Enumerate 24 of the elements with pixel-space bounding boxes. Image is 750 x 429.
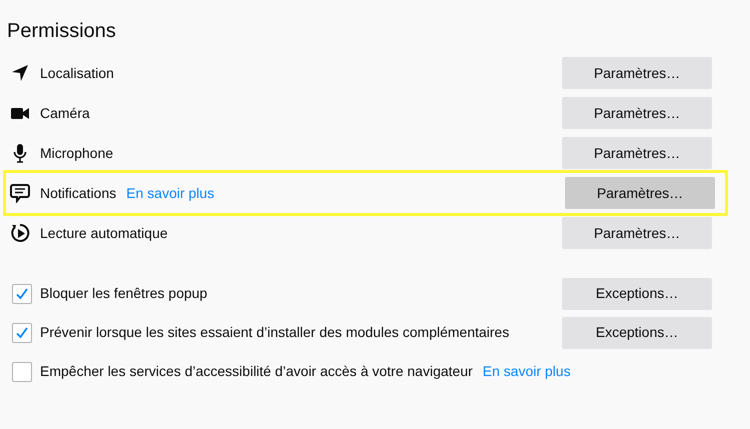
- settings-button[interactable]: Paramètres…: [562, 217, 712, 249]
- exceptions-button[interactable]: Exceptions…: [562, 316, 712, 348]
- checkmark-icon: [15, 326, 29, 340]
- option-label: Bloquer les fenêtres popup: [40, 284, 208, 303]
- option-label: Prévenir lorsque les sites essaient d’installer des modules complémentaires: [40, 323, 510, 342]
- settings-button[interactable]: Paramètres…: [562, 57, 712, 89]
- option-label: Empêcher les services d’accessibilité d’avoir accès à votre navigateur: [40, 362, 473, 381]
- settings-button[interactable]: Paramètres…: [562, 137, 712, 169]
- section-title: Permissions: [7, 19, 117, 44]
- settings-button[interactable]: Paramètres…: [565, 177, 715, 209]
- permission-label: Caméra: [40, 104, 90, 122]
- exceptions-button[interactable]: Exceptions…: [562, 278, 712, 310]
- play-circle-icon: [10, 223, 30, 243]
- permission-label: Notifications: [40, 184, 116, 202]
- location-arrow-icon: [10, 63, 30, 83]
- checkmark-icon: [15, 286, 29, 300]
- permission-label: Lecture automatique: [40, 224, 168, 243]
- settings-button[interactable]: Paramètres…: [562, 97, 712, 129]
- checkbox[interactable]: [12, 362, 32, 382]
- speech-bubble-icon: [10, 183, 30, 203]
- permission-label: Microphone: [40, 144, 114, 163]
- checkbox[interactable]: [12, 322, 32, 342]
- permission-label: Localisation: [40, 64, 114, 82]
- checkbox[interactable]: [12, 284, 32, 304]
